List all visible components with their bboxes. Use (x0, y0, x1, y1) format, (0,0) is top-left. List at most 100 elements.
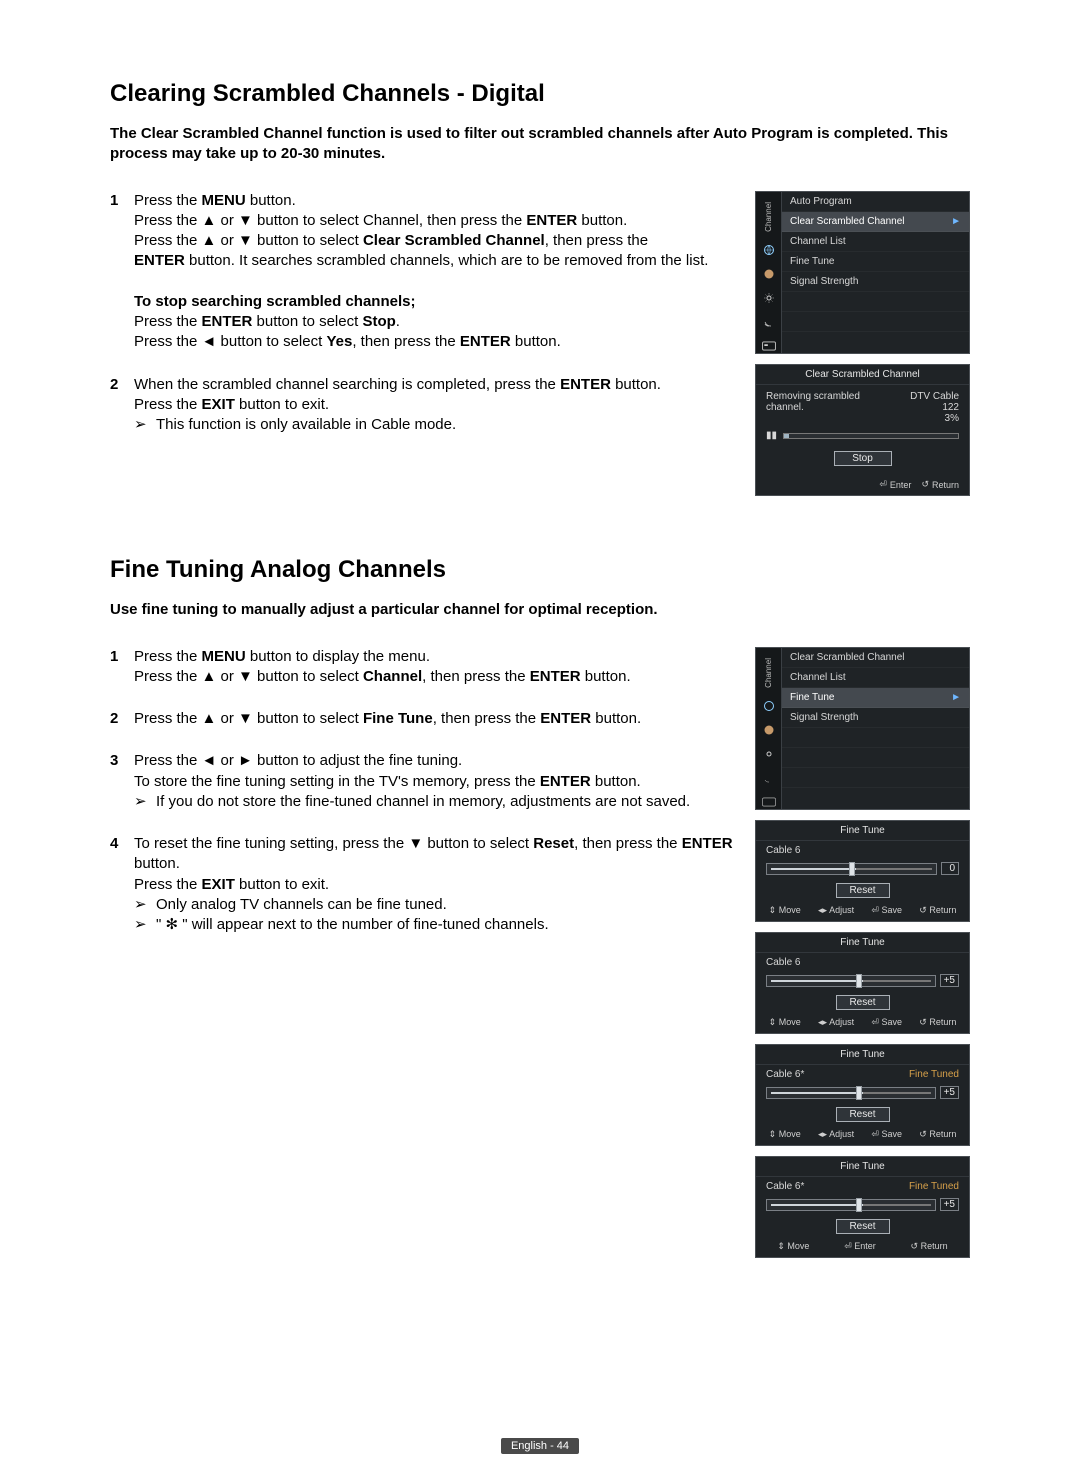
osd2-title: Clear Scrambled Channel (756, 365, 969, 385)
arrow-right-icon: ► (951, 692, 961, 703)
osd-menu-item-label: Channel List (790, 672, 846, 683)
step-body: Press the MENU button to display the men… (134, 647, 737, 688)
gear-icon (762, 747, 776, 761)
finetune-slider[interactable]: +5 (756, 970, 969, 987)
finetune-channel-label: Cable 6* (766, 1181, 804, 1192)
step-number: 2 (110, 375, 134, 436)
finetune-title: Fine Tune (756, 1157, 969, 1177)
step: 3Press the ◄ or ► button to adjust the f… (110, 751, 737, 812)
foot-return: ↺ Return (919, 905, 956, 916)
section2-intro: Use fine tuning to manually adjust a par… (110, 600, 970, 620)
osd-menu-item[interactable]: Auto Program (782, 192, 969, 212)
step-body: To reset the fine tuning setting, press … (134, 834, 737, 935)
osd-menu-item-label: Auto Program (790, 196, 852, 207)
osd-menu-item-label: Fine Tune (790, 692, 834, 703)
osd-menu-item-empty (782, 748, 969, 768)
finetune-header: Cable 6*Fine Tuned (756, 1065, 969, 1082)
osd-channel-menu-2: Channel Clear Scrambled ChannelChannel L… (755, 647, 970, 811)
osd-channel-menu-1: Channel Auto Program Clear Scrambled Chan… (755, 191, 970, 355)
reset-button[interactable]: Reset (836, 1219, 890, 1234)
osd-clear-scrambled-progress: Clear Scrambled Channel Removing scrambl… (755, 364, 970, 496)
stop-button[interactable]: Stop (834, 451, 892, 466)
slider-thumb[interactable] (856, 1198, 862, 1212)
osd-menu-item-label: Signal Strength (790, 712, 858, 723)
osd-fine-tune-panel: Fine TuneCable 6+5Reset⇕ Move◂▸ Adjust⏎ … (755, 932, 970, 1034)
foot-adjust: ◂▸ Adjust (818, 905, 854, 916)
foot-enter: ⏎ Enter (879, 479, 911, 490)
fine-tuned-badge: Fine Tuned (909, 1069, 959, 1080)
slider-thumb[interactable] (849, 862, 855, 876)
step-note: ➢Only analog TV channels can be fine tun… (134, 895, 737, 915)
foot-adjust: ◂▸ Adjust (818, 1129, 854, 1140)
reset-button[interactable]: Reset (836, 1107, 890, 1122)
foot-enter: ⏎ Enter (844, 1241, 876, 1252)
finetune-value: +5 (940, 1198, 959, 1211)
arrow-right-icon: ► (951, 216, 961, 227)
foot-return: ↺ Return (921, 479, 959, 490)
finetune-header: Cable 6 (756, 841, 969, 858)
step-note: ➢" ✻ " will appear next to the number of… (134, 915, 737, 935)
page-footer: English - 44 (0, 1436, 1080, 1454)
osd2-percent: 3% (945, 413, 959, 424)
finetune-header: Cable 6 (756, 953, 969, 970)
gear-icon (762, 291, 776, 305)
foot-save: ⏎ Save (871, 905, 902, 916)
foot-save: ⏎ Save (871, 1129, 902, 1140)
osd-menu-item[interactable]: Fine Tune (782, 252, 969, 272)
osd-fine-tune-panel: Fine Tune Cable 6* Fine Tuned +5 Reset ⇕ Move… (755, 1156, 970, 1258)
step-body: Press the ◄ or ► button to adjust the fi… (134, 751, 737, 812)
osd-menu-item[interactable]: Channel List (782, 668, 969, 688)
osd2-channel: DTV Cable 122 (910, 391, 959, 413)
section2-steps: 1Press the MENU button to display the me… (110, 647, 737, 936)
step: 1Press the MENU button.Press the ▲ or ▼ … (110, 191, 737, 353)
osd-menu-item[interactable]: Clear Scrambled Channel (782, 648, 969, 668)
step-body: Press the MENU button.Press the ▲ or ▼ b… (134, 191, 737, 353)
finetune-footer: ⇕ Move◂▸ Adjust⏎ Save↺ Return (756, 902, 969, 921)
finetune-value: 0 (941, 862, 959, 875)
osd-menu-item[interactable]: Signal Strength (782, 272, 969, 292)
finetune-slider[interactable]: +5 (756, 1194, 969, 1211)
finetune-channel-label: Cable 6 (766, 845, 800, 856)
palette-icon (762, 267, 776, 281)
finetune-slider[interactable]: 0 (756, 858, 969, 875)
osd1-tab-label: Channel (764, 198, 773, 234)
osd-menu-item[interactable]: Signal Strength (782, 708, 969, 728)
finetune-footer: ⇕ Move⏎ Enter↺ Return (756, 1238, 969, 1257)
slider-thumb[interactable] (856, 1086, 862, 1100)
osd-menu-item[interactable]: Clear Scrambled Channel ► (782, 212, 969, 232)
step-number: 1 (110, 647, 134, 688)
card-icon (762, 795, 776, 809)
step: 2When the scrambled channel searching is… (110, 375, 737, 436)
foot-move: ⇕ Move (777, 1241, 809, 1252)
satellite-icon (762, 315, 776, 329)
step-number: 2 (110, 709, 134, 729)
finetune-title: Fine Tune (756, 1045, 969, 1065)
osd-menu-item[interactable]: Channel List (782, 232, 969, 252)
step-body: Press the ▲ or ▼ button to select Fine T… (134, 709, 737, 729)
globe-icon (762, 243, 776, 257)
step-number: 1 (110, 191, 134, 353)
step: 4To reset the fine tuning setting, press… (110, 834, 737, 935)
foot-return: ↺ Return (919, 1129, 956, 1140)
finetune-slider[interactable]: +5 (756, 1082, 969, 1099)
step: 1Press the MENU button to display the me… (110, 647, 737, 688)
osd-menu-item-label: Clear Scrambled Channel (790, 216, 905, 227)
foot-save: ⏎ Save (871, 1017, 902, 1028)
fine-tuned-badge: Fine Tuned (909, 1181, 959, 1192)
section1-title: Clearing Scrambled Channels - Digital (110, 80, 970, 108)
osd2-message: Removing scrambled channel. (766, 391, 894, 413)
finetune-value: +5 (940, 974, 959, 987)
osd-fine-tune-panel: Fine TuneCable 6*Fine Tuned+5Reset⇕ Move… (755, 1044, 970, 1146)
osd-menu-item-label: Channel List (790, 236, 846, 247)
finetune-title: Fine Tune (756, 821, 969, 841)
reset-button[interactable]: Reset (836, 883, 890, 898)
finetune-channel-label: Cable 6 (766, 957, 800, 968)
finetune-value: +5 (940, 1086, 959, 1099)
finetune-header: Cable 6* Fine Tuned (756, 1177, 969, 1194)
satellite-icon (762, 771, 776, 785)
osd-menu-item-empty (782, 768, 969, 788)
pause-icon: ▮▮ (766, 430, 777, 441)
slider-thumb[interactable] (856, 974, 862, 988)
osd-menu-item[interactable]: Fine Tune ► (782, 688, 969, 708)
reset-button[interactable]: Reset (836, 995, 890, 1010)
